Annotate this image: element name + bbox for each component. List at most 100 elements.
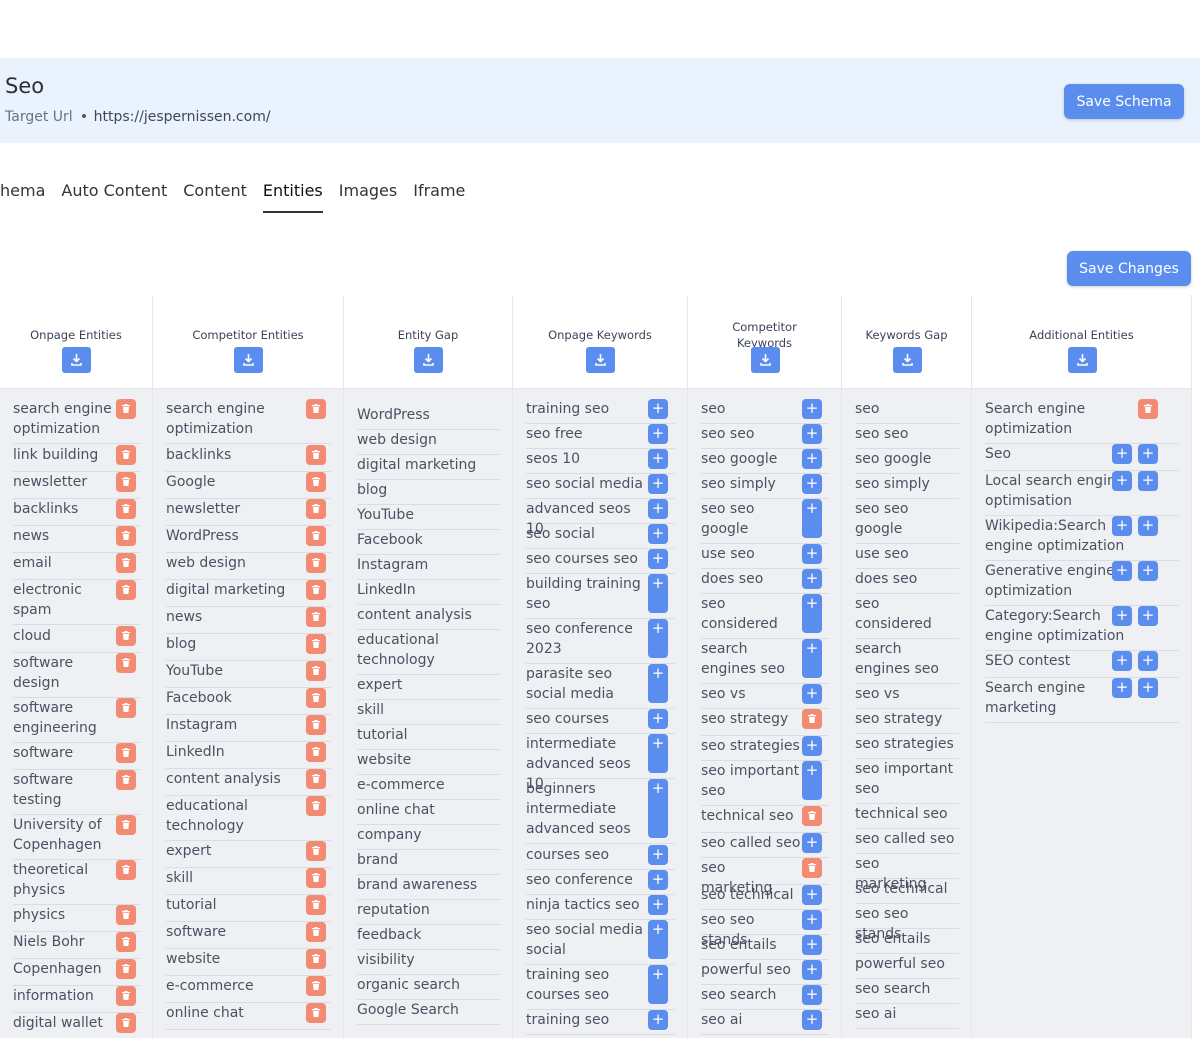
delete-button[interactable]	[802, 709, 822, 729]
add-button[interactable]: +	[802, 935, 822, 955]
download-button[interactable]	[234, 347, 263, 373]
add-button[interactable]: +	[648, 474, 668, 494]
add-button[interactable]: +	[648, 845, 668, 865]
delete-button[interactable]	[116, 580, 136, 600]
delete-button[interactable]	[1138, 399, 1158, 419]
add-to-onpage-button[interactable]: +	[1112, 678, 1132, 698]
tab-iframe[interactable]: Iframe	[413, 181, 465, 213]
add-button[interactable]: +	[802, 1010, 822, 1030]
add-button[interactable]: +	[1138, 444, 1158, 464]
delete-button[interactable]	[802, 806, 822, 826]
add-to-onpage-button[interactable]: +	[1112, 606, 1132, 626]
tab-auto-content[interactable]: Auto Content	[61, 181, 167, 213]
add-button[interactable]: +	[802, 985, 822, 1005]
delete-button[interactable]	[116, 815, 136, 835]
add-button[interactable]: +	[648, 734, 668, 773]
add-button[interactable]: +	[1138, 651, 1158, 671]
delete-button[interactable]	[116, 698, 136, 718]
download-button[interactable]	[414, 347, 443, 373]
delete-button[interactable]	[116, 770, 136, 790]
delete-button[interactable]	[116, 445, 136, 465]
delete-button[interactable]	[306, 526, 326, 546]
delete-button[interactable]	[116, 553, 136, 573]
delete-button[interactable]	[306, 580, 326, 600]
add-button[interactable]: +	[648, 709, 668, 729]
add-button[interactable]: +	[802, 761, 822, 800]
delete-button[interactable]	[306, 742, 326, 762]
tab-entities[interactable]: Entities	[262, 181, 323, 213]
delete-button[interactable]	[306, 399, 326, 419]
add-button[interactable]: +	[648, 664, 668, 703]
delete-button[interactable]	[306, 715, 326, 735]
delete-button[interactable]	[306, 607, 326, 627]
add-button[interactable]: +	[802, 639, 822, 678]
add-button[interactable]: +	[802, 569, 822, 589]
tab-content[interactable]: Content	[183, 181, 247, 213]
delete-button[interactable]	[116, 905, 136, 925]
delete-button[interactable]	[306, 769, 326, 789]
add-to-onpage-button[interactable]: +	[1112, 516, 1132, 536]
add-button[interactable]: +	[648, 965, 668, 1004]
add-button[interactable]: +	[648, 1010, 668, 1030]
save-schema-button[interactable]: Save Schema	[1064, 84, 1184, 119]
delete-button[interactable]	[306, 1003, 326, 1023]
add-button[interactable]: +	[648, 920, 668, 959]
add-button[interactable]: +	[648, 870, 668, 890]
download-button[interactable]	[62, 347, 91, 373]
add-button[interactable]: +	[1138, 516, 1158, 536]
save-changes-button[interactable]: Save Changes	[1067, 251, 1191, 286]
add-button[interactable]: +	[802, 499, 822, 538]
add-button[interactable]: +	[648, 574, 668, 613]
add-button[interactable]: +	[1138, 561, 1158, 581]
delete-button[interactable]	[116, 526, 136, 546]
delete-button[interactable]	[116, 1013, 136, 1033]
add-button[interactable]: +	[648, 424, 668, 444]
add-button[interactable]: +	[802, 833, 822, 853]
add-button[interactable]: +	[802, 399, 822, 419]
delete-button[interactable]	[306, 796, 326, 816]
add-button[interactable]: +	[802, 474, 822, 494]
delete-button[interactable]	[116, 959, 136, 979]
add-button[interactable]: +	[1138, 678, 1158, 698]
delete-button[interactable]	[306, 688, 326, 708]
delete-button[interactable]	[116, 743, 136, 763]
add-button[interactable]: +	[802, 594, 822, 633]
add-button[interactable]: +	[802, 544, 822, 564]
add-button[interactable]: +	[648, 619, 668, 658]
add-button[interactable]: +	[802, 960, 822, 980]
delete-button[interactable]	[116, 860, 136, 880]
delete-button[interactable]	[116, 986, 136, 1006]
download-button[interactable]	[1067, 347, 1097, 373]
tab-schema[interactable]: hema	[0, 181, 45, 213]
delete-button[interactable]	[116, 472, 136, 492]
add-button[interactable]: +	[648, 895, 668, 915]
delete-button[interactable]	[306, 661, 326, 681]
delete-button[interactable]	[306, 895, 326, 915]
add-button[interactable]: +	[802, 736, 822, 756]
delete-button[interactable]	[306, 841, 326, 861]
add-to-onpage-button[interactable]: +	[1112, 651, 1132, 671]
add-to-onpage-button[interactable]: +	[1112, 444, 1132, 464]
delete-button[interactable]	[306, 445, 326, 465]
delete-button[interactable]	[306, 634, 326, 654]
download-button[interactable]	[750, 347, 780, 373]
add-button[interactable]: +	[648, 524, 668, 544]
delete-button[interactable]	[306, 922, 326, 942]
delete-button[interactable]	[116, 932, 136, 952]
add-button[interactable]: +	[802, 910, 822, 930]
target-url-link[interactable]: https://jespernissen.com/	[94, 109, 271, 125]
add-button[interactable]: +	[648, 449, 668, 469]
delete-button[interactable]	[306, 949, 326, 969]
add-to-onpage-button[interactable]: +	[1112, 471, 1132, 491]
add-button[interactable]: +	[802, 684, 822, 704]
add-button[interactable]: +	[1138, 606, 1158, 626]
add-button[interactable]: +	[802, 885, 822, 905]
download-button[interactable]	[586, 347, 615, 373]
delete-button[interactable]	[116, 653, 136, 673]
add-button[interactable]: +	[648, 499, 668, 519]
delete-button[interactable]	[306, 553, 326, 573]
delete-button[interactable]	[116, 626, 136, 646]
delete-button[interactable]	[116, 499, 136, 519]
add-button[interactable]: +	[802, 449, 822, 469]
add-to-onpage-button[interactable]: +	[1112, 561, 1132, 581]
